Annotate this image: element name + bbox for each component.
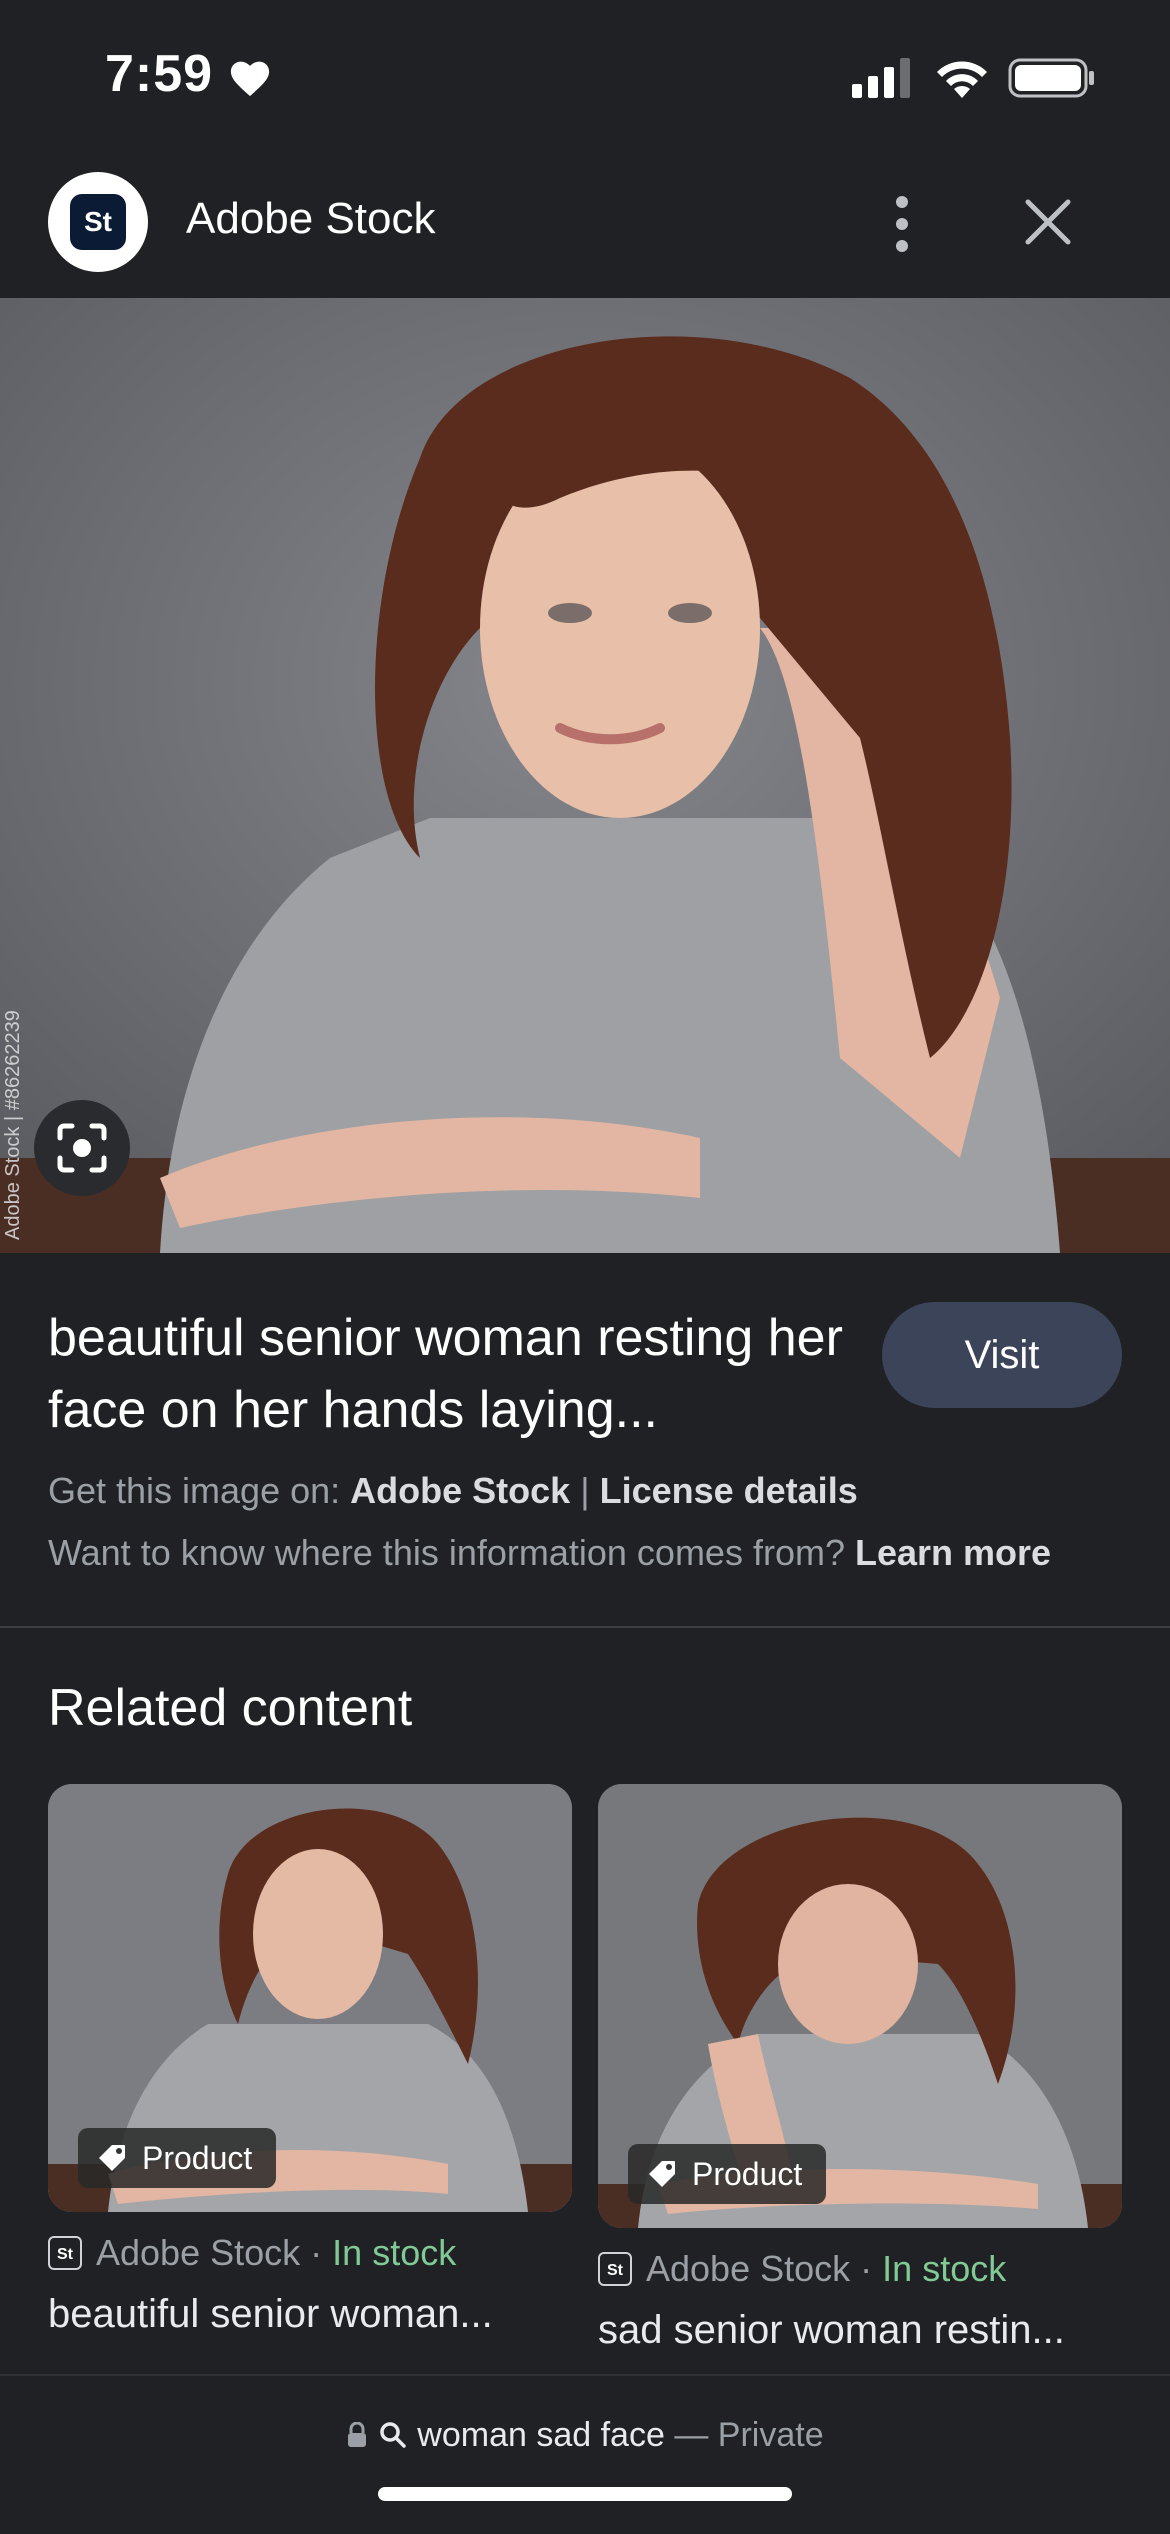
product-chip-label: Product xyxy=(692,2155,803,2192)
tag-icon xyxy=(649,2161,675,2187)
related-card-source: St Adobe Stock · In stock xyxy=(598,2248,1006,2290)
dash: — xyxy=(674,2416,709,2454)
status-bar: 7:59 xyxy=(0,0,1170,150)
private-label: Private xyxy=(717,2416,824,2454)
related-heading: Related content xyxy=(48,1679,413,1737)
close-icon[interactable] xyxy=(1018,192,1078,252)
info-line: Want to know where this information come… xyxy=(48,1532,1051,1574)
browser-bottom-bar: woman sad face — Private xyxy=(0,2374,1170,2534)
dot-separator: · xyxy=(860,2248,873,2289)
battery-icon xyxy=(1008,58,1094,98)
lock-icon xyxy=(348,2421,367,2447)
main-image[interactable] xyxy=(0,298,1170,1253)
product-chip: Product xyxy=(628,2144,827,2204)
search-query: woman sad face xyxy=(417,2416,665,2454)
home-indicator[interactable] xyxy=(378,2487,792,2501)
stock-status: In stock xyxy=(332,2232,457,2273)
adobe-stock-icon: St xyxy=(598,2252,632,2286)
product-chip-label: Product xyxy=(142,2139,253,2176)
related-card-caption[interactable]: beautiful senior woman... xyxy=(48,2292,572,2337)
info-question: Want to know where this information come… xyxy=(48,1532,845,1573)
related-card-caption[interactable]: sad senior woman restin... xyxy=(598,2308,1122,2353)
woman-photo xyxy=(0,298,1170,1253)
get-image-source-link[interactable]: Adobe Stock xyxy=(350,1470,570,1511)
tag-icon xyxy=(99,2145,125,2171)
source-name: Adobe Stock xyxy=(646,2248,851,2289)
dot-separator: · xyxy=(310,2232,323,2273)
address-bar[interactable]: woman sad face — Private xyxy=(0,2416,1170,2455)
get-image-line: Get this image on: Adobe Stock | License… xyxy=(48,1470,858,1512)
section-divider xyxy=(0,1626,1170,1628)
site-logo-mark: St xyxy=(70,194,126,250)
lens-icon xyxy=(57,1123,107,1173)
visit-button[interactable]: Visit xyxy=(882,1302,1122,1408)
source-header: St Adobe Stock xyxy=(0,150,1170,298)
image-watermark-id: Adobe Stock | #86262239 xyxy=(2,1010,24,1240)
lens-button[interactable] xyxy=(34,1100,130,1196)
license-details-link[interactable]: License details xyxy=(600,1470,858,1511)
source-name: Adobe Stock xyxy=(96,2232,301,2273)
stock-status: In stock xyxy=(882,2248,1007,2289)
image-title: beautiful senior woman resting her face … xyxy=(48,1309,843,1439)
get-image-prefix: Get this image on: xyxy=(48,1470,341,1511)
adobe-stock-icon: St xyxy=(48,2236,82,2270)
search-icon xyxy=(380,2422,406,2448)
signal-icon xyxy=(852,58,910,98)
site-logo[interactable]: St xyxy=(48,172,148,272)
product-chip: Product xyxy=(78,2128,277,2188)
site-name[interactable]: Adobe Stock xyxy=(186,194,436,244)
heart-icon xyxy=(230,61,270,97)
wifi-icon xyxy=(937,61,987,98)
separator: | xyxy=(580,1470,590,1511)
learn-more-link[interactable]: Learn more xyxy=(855,1532,1051,1573)
related-card-source: St Adobe Stock · In stock xyxy=(48,2232,456,2274)
status-time: 7:59 xyxy=(105,45,214,103)
more-vert-icon[interactable] xyxy=(872,188,932,260)
